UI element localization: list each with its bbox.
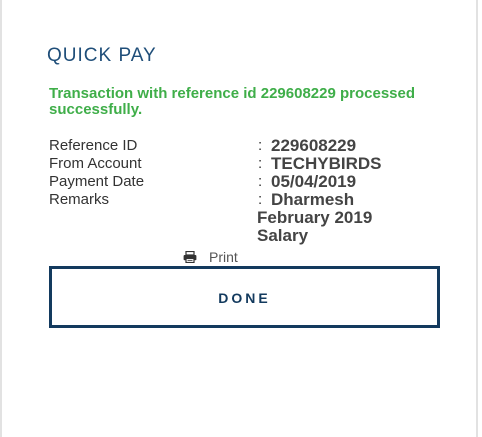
from-account-colon: : <box>258 155 263 172</box>
reference-id-label: Reference ID <box>49 137 138 154</box>
print-link[interactable]: Print <box>183 249 238 265</box>
reference-id-colon: : <box>258 137 263 154</box>
from-account-label: From Account <box>49 155 142 172</box>
success-message: Transaction with reference id 229608229 … <box>49 85 416 118</box>
remarks-label: Remarks <box>49 191 110 208</box>
print-label: Print <box>209 249 238 265</box>
payment-date-colon: : <box>258 173 263 190</box>
payment-date-value: 05/04/2019 <box>271 172 357 191</box>
page-title: QUICK PAY <box>47 45 157 66</box>
payment-date-label: Payment Date <box>49 173 145 190</box>
reference-id-value: 229608229 <box>271 136 357 155</box>
printer-icon <box>183 251 197 263</box>
from-account-value: TECHYBIRDS <box>271 154 382 173</box>
done-button[interactable]: DONE <box>49 266 440 328</box>
remarks-value: Dharmesh February 2019 Salary <box>257 190 373 245</box>
quick-pay-panel: QUICK PAY Transaction with reference id … <box>0 0 478 437</box>
